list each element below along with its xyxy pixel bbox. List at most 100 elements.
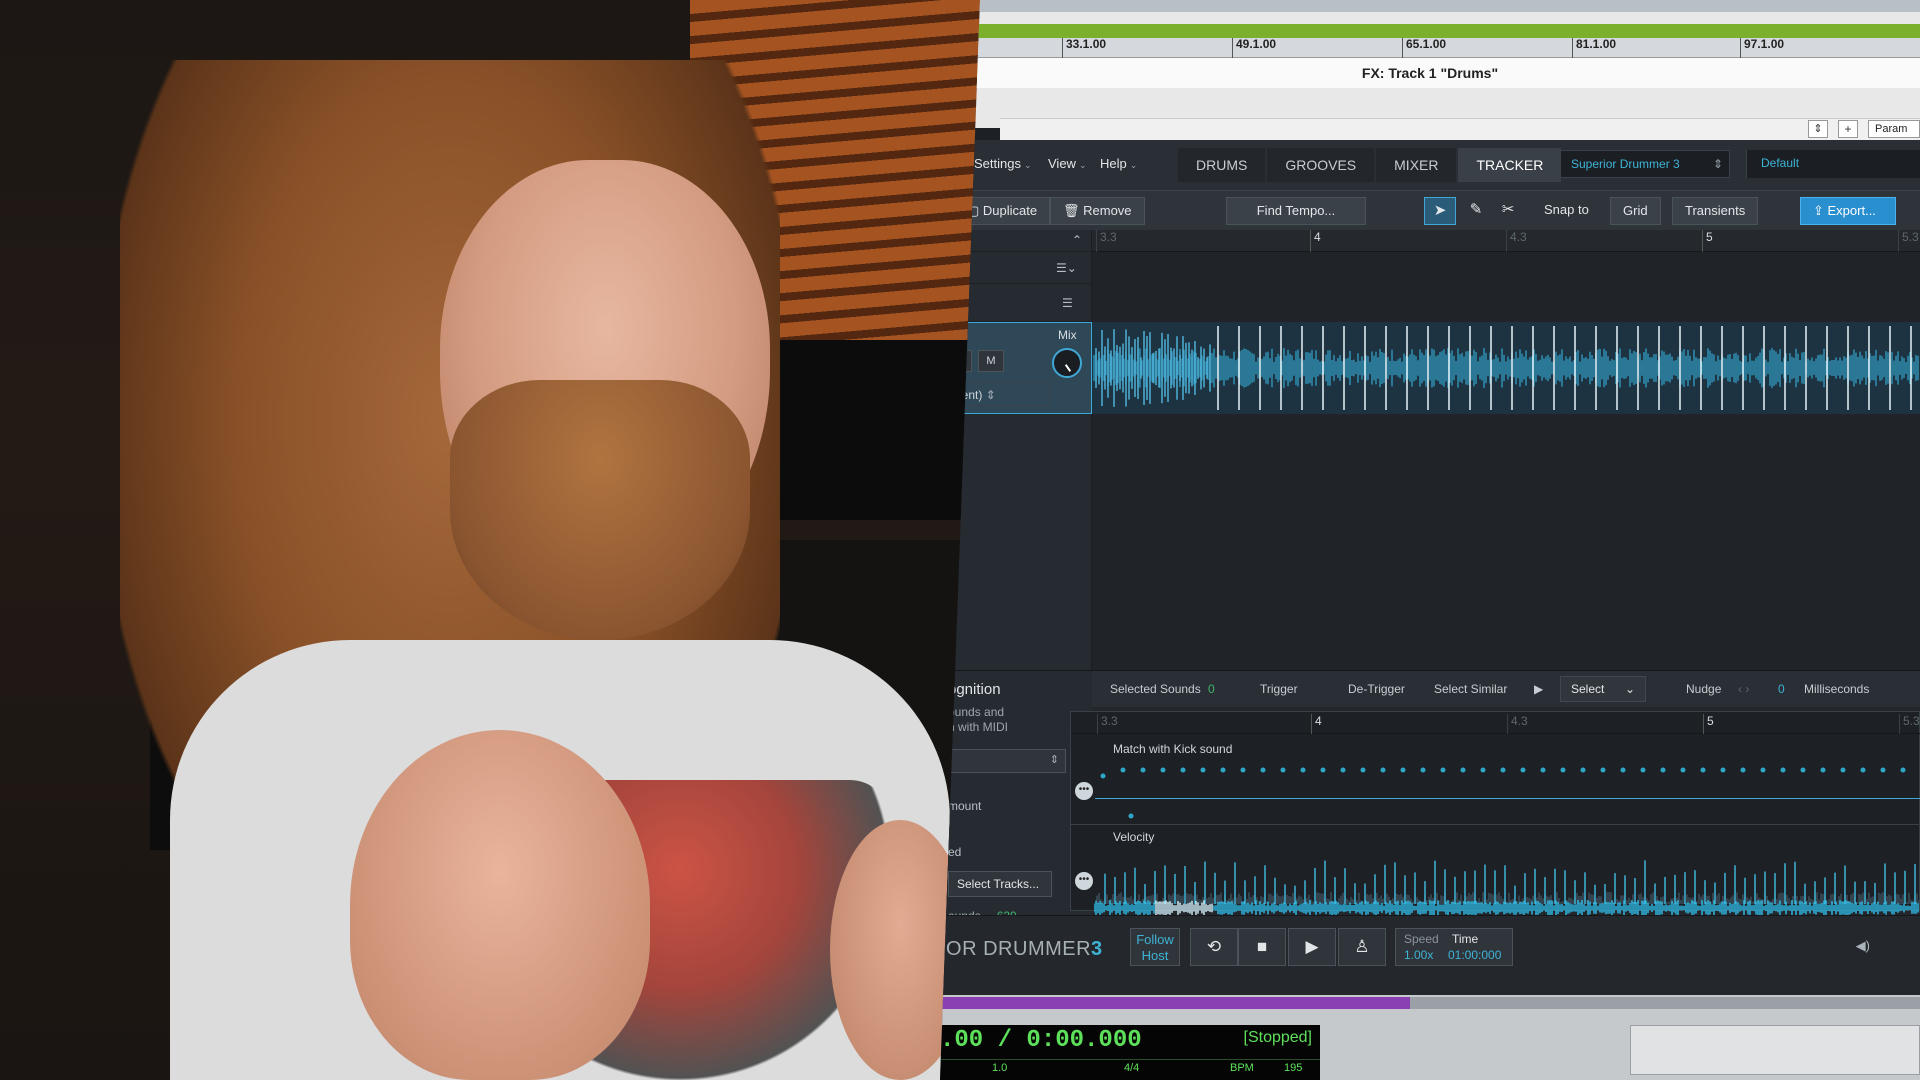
- chevron-down-icon: ⌄: [1129, 160, 1138, 170]
- match-dot[interactable]: [1500, 767, 1506, 773]
- mute-button[interactable]: M: [978, 350, 1004, 372]
- match-dot[interactable]: [1880, 767, 1886, 773]
- speed-time-display[interactable]: Speed Time 1.00x 01:00:000: [1395, 928, 1513, 966]
- match-dot[interactable]: [1420, 767, 1426, 773]
- transients-button[interactable]: Transients: [1672, 197, 1759, 225]
- volume-icon[interactable]: ◀): [1856, 938, 1870, 954]
- nudge-arrows-icon[interactable]: ‹ ›: [1738, 682, 1749, 696]
- match-dot[interactable]: [1300, 767, 1306, 773]
- menu-help[interactable]: Help ⌄: [1100, 156, 1137, 171]
- grid-button[interactable]: Grid: [1610, 197, 1661, 225]
- play-selection-icon[interactable]: ▶: [1534, 682, 1543, 696]
- export-button[interactable]: ⇪ Export...: [1800, 197, 1896, 225]
- match-dot[interactable]: [1620, 767, 1626, 773]
- menu-settings-label: Settings: [974, 156, 1021, 171]
- tab-mixer[interactable]: MIXER: [1376, 148, 1457, 182]
- match-dot[interactable]: [1140, 767, 1146, 773]
- collapse-icon[interactable]: ⌃: [1072, 233, 1082, 247]
- trigger-button[interactable]: Trigger: [1260, 682, 1298, 696]
- pointer-tool-icon[interactable]: ➤: [1424, 197, 1456, 225]
- match-dot[interactable]: [1900, 767, 1906, 773]
- remove-button[interactable]: 🗑 Remove: [1050, 197, 1145, 225]
- menu-view-label: View: [1048, 156, 1076, 171]
- host-scroll-bar[interactable]: [940, 0, 1920, 12]
- match-dot[interactable]: [1440, 767, 1446, 773]
- find-tempo-button[interactable]: Find Tempo...: [1226, 197, 1366, 225]
- match-dot[interactable]: [1380, 767, 1386, 773]
- match-dot[interactable]: [1600, 767, 1606, 773]
- match-dot[interactable]: [1320, 767, 1326, 773]
- select-similar-button[interactable]: Select Similar: [1434, 682, 1507, 696]
- host-timeline-ruler[interactable]: 33.1.00 49.1.00 65.1.00 81.1.00 97.1.00: [940, 38, 1920, 58]
- recognition-title: ognition: [948, 681, 1001, 698]
- match-dot[interactable]: [1128, 813, 1134, 819]
- tab-drums[interactable]: DRUMS: [1178, 148, 1266, 182]
- match-dot[interactable]: [1760, 767, 1766, 773]
- match-dot[interactable]: [1660, 767, 1666, 773]
- match-dot[interactable]: [1520, 767, 1526, 773]
- recognition-dropdown[interactable]: ⇕: [948, 749, 1066, 773]
- match-dot[interactable]: [1160, 767, 1166, 773]
- match-dot[interactable]: [1840, 767, 1846, 773]
- match-dot[interactable]: [1860, 767, 1866, 773]
- match-dot[interactable]: [1120, 767, 1126, 773]
- match-dot[interactable]: [1460, 767, 1466, 773]
- match-dot[interactable]: [1560, 767, 1566, 773]
- tab-tracker[interactable]: TRACKER: [1458, 148, 1562, 182]
- match-dot[interactable]: [1180, 767, 1186, 773]
- units-dropdown[interactable]: Milliseconds: [1804, 682, 1869, 696]
- arrange-ruler[interactable]: 3.3 4 4.3 5 5.3: [1092, 230, 1920, 252]
- snap-to-button[interactable]: Snap to: [1532, 197, 1601, 225]
- match-dot[interactable]: [1740, 767, 1746, 773]
- default-preset-select[interactable]: Default: [1746, 150, 1920, 178]
- preset-stepper[interactable]: ⇕: [1808, 120, 1828, 138]
- pencil-tool-icon[interactable]: ✎: [1460, 197, 1492, 225]
- add-button[interactable]: +: [1838, 120, 1858, 138]
- scissors-tool-icon[interactable]: ✂: [1492, 197, 1524, 225]
- match-dot[interactable]: [1360, 767, 1366, 773]
- match-dot[interactable]: [1220, 767, 1226, 773]
- play-icon[interactable]: ▶: [1288, 928, 1336, 966]
- match-dot[interactable]: [1240, 767, 1246, 773]
- menu-settings[interactable]: Settings ⌄: [974, 156, 1032, 171]
- chevron-down-icon: ⌄: [1023, 160, 1032, 170]
- metronome-icon[interactable]: ♙: [1338, 928, 1386, 966]
- audio-waveform-lane[interactable]: [1092, 322, 1920, 414]
- match-dot[interactable]: [1260, 767, 1266, 773]
- match-dot[interactable]: [1280, 767, 1286, 773]
- mix-knob[interactable]: [1052, 348, 1082, 378]
- stop-icon[interactable]: ■: [1238, 928, 1286, 966]
- match-dot[interactable]: [1640, 767, 1646, 773]
- match-dot[interactable]: [1480, 767, 1486, 773]
- match-dot[interactable]: [1820, 767, 1826, 773]
- match-dot[interactable]: [1780, 767, 1786, 773]
- menu-view[interactable]: View ⌄: [1048, 156, 1087, 171]
- match-dot[interactable]: [1200, 767, 1206, 773]
- velocity-handle[interactable]: •••: [1075, 872, 1093, 890]
- select-tracks-button[interactable]: Select Tracks...: [948, 871, 1052, 897]
- speed-label: Speed: [1404, 932, 1439, 946]
- product-preset-select[interactable]: Superior Drummer 3 ⇕: [1560, 150, 1730, 178]
- arrange-view[interactable]: 3.3 4 4.3 5 5.3: [1092, 230, 1920, 670]
- detrigger-button[interactable]: De-Trigger: [1348, 682, 1405, 696]
- match-dot[interactable]: [1700, 767, 1706, 773]
- detection-graph[interactable]: 3.3 4 4.3 5 5.3 Match with Kick sound ••…: [1070, 711, 1920, 911]
- ruler-mark: 65.1.00: [1402, 38, 1446, 58]
- match-dot[interactable]: [1800, 767, 1806, 773]
- loop-icon[interactable]: ⟲: [1190, 928, 1238, 966]
- menu-icon[interactable]: ☰: [1062, 296, 1073, 310]
- match-dot[interactable]: [1580, 767, 1586, 773]
- select-dropdown[interactable]: Select ⌄: [1560, 676, 1646, 702]
- match-dot[interactable]: [1340, 767, 1346, 773]
- match-dot[interactable]: [1540, 767, 1546, 773]
- menu-icon[interactable]: ☰⌄: [1056, 261, 1077, 275]
- match-dot[interactable]: [1400, 767, 1406, 773]
- match-dot[interactable]: [1720, 767, 1726, 773]
- match-dot[interactable]: [1100, 773, 1106, 779]
- host-position-bar[interactable]: [940, 997, 1410, 1009]
- tab-grooves[interactable]: GROOVES: [1267, 148, 1375, 182]
- nudge-value[interactable]: 0: [1778, 682, 1785, 696]
- param-button[interactable]: Param: [1868, 120, 1920, 138]
- follow-host-button[interactable]: Follow Host: [1130, 928, 1180, 966]
- match-dot[interactable]: [1680, 767, 1686, 773]
